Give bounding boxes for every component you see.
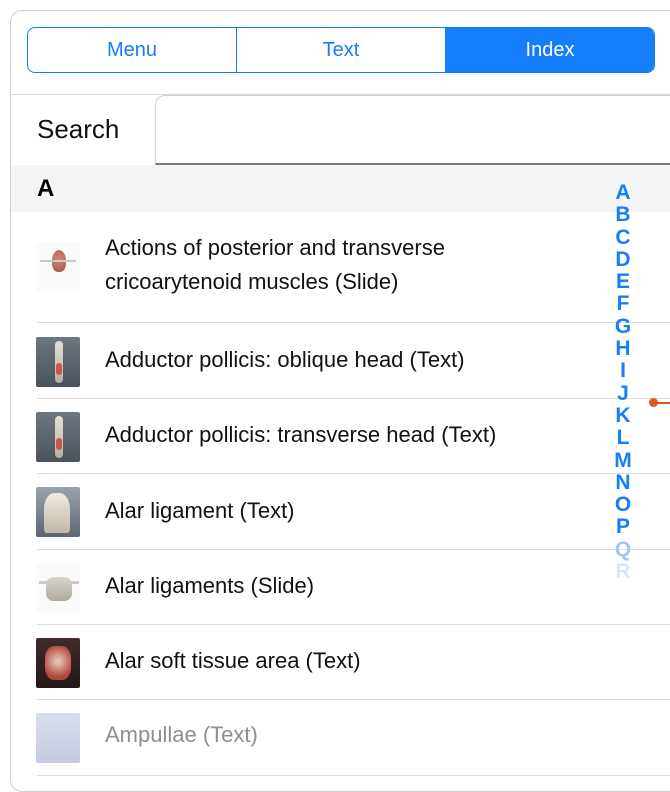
ligaments-thumbnail <box>36 563 80 613</box>
list-item-label: Alar ligament (Text) <box>105 498 295 523</box>
index-letter-r[interactable]: R <box>608 560 638 583</box>
arm-thumbnail <box>36 337 80 387</box>
index-letter-p[interactable]: P <box>608 516 638 539</box>
index-letter-i[interactable]: I <box>608 360 638 383</box>
index-letter-l[interactable]: L <box>608 426 638 449</box>
index-list: Actions of posterior and transverse cric… <box>11 212 670 776</box>
list-item-label: Actions of posterior and transverse cric… <box>105 235 445 294</box>
section-index-bar[interactable]: A B C D E F G H I J K L M N O P Q R <box>608 181 638 583</box>
index-panel: Menu Text Index Search A Actions of post… <box>10 10 670 792</box>
row-separator <box>37 775 670 776</box>
index-letter-a[interactable]: A <box>608 181 638 204</box>
index-letter-j[interactable]: J <box>608 382 638 405</box>
list-item-label: Alar ligaments (Slide) <box>105 573 315 598</box>
section-letter: A <box>37 175 55 202</box>
search-label: Search <box>37 114 120 144</box>
list-item[interactable]: Alar soft tissue area (Text) <box>11 625 670 700</box>
larynx-thumbnail <box>36 242 80 292</box>
list-item[interactable]: Alar ligaments (Slide) <box>11 550 670 625</box>
list-item-label: Ampullae (Text) <box>105 722 258 747</box>
list-item-label: Adductor pollicis: oblique head (Text) <box>105 347 465 372</box>
index-letter-d[interactable]: D <box>608 248 638 271</box>
list-item[interactable]: Ampullae (Text) <box>11 700 670 776</box>
list-item[interactable]: Actions of posterior and transverse cric… <box>11 212 670 323</box>
index-letter-c[interactable]: C <box>608 226 638 249</box>
index-letter-e[interactable]: E <box>608 270 638 293</box>
index-letter-m[interactable]: M <box>608 449 638 472</box>
list-item-label: Adductor pollicis: transverse head (Text… <box>105 422 497 447</box>
index-letter-b[interactable]: B <box>608 203 638 226</box>
index-letter-q[interactable]: Q <box>608 538 638 561</box>
index-letter-o[interactable]: O <box>608 493 638 516</box>
index-letter-n[interactable]: N <box>608 471 638 494</box>
list-item[interactable]: Alar ligament (Text) <box>11 474 670 550</box>
list-item[interactable]: Adductor pollicis: oblique head (Text) <box>11 323 670 399</box>
index-letter-f[interactable]: F <box>608 293 638 316</box>
index-letter-k[interactable]: K <box>608 404 638 427</box>
list-item-label: Alar soft tissue area (Text) <box>105 648 361 673</box>
ampullae-thumbnail <box>36 713 80 763</box>
soft-tissue-thumbnail <box>36 638 80 688</box>
tab-menu[interactable]: Menu <box>28 28 237 72</box>
arm-thumbnail <box>36 412 80 462</box>
section-header: A <box>11 165 670 212</box>
tab-index[interactable]: Index <box>446 28 654 72</box>
neck-thumbnail <box>36 487 80 537</box>
index-letter-h[interactable]: H <box>608 337 638 360</box>
tab-text[interactable]: Text <box>237 28 446 72</box>
callout-marker-line <box>656 401 670 404</box>
list-item[interactable]: Adductor pollicis: transverse head (Text… <box>11 399 670 474</box>
search-input[interactable] <box>155 95 670 165</box>
segmented-control: Menu Text Index <box>27 27 655 73</box>
index-letter-g[interactable]: G <box>608 315 638 338</box>
